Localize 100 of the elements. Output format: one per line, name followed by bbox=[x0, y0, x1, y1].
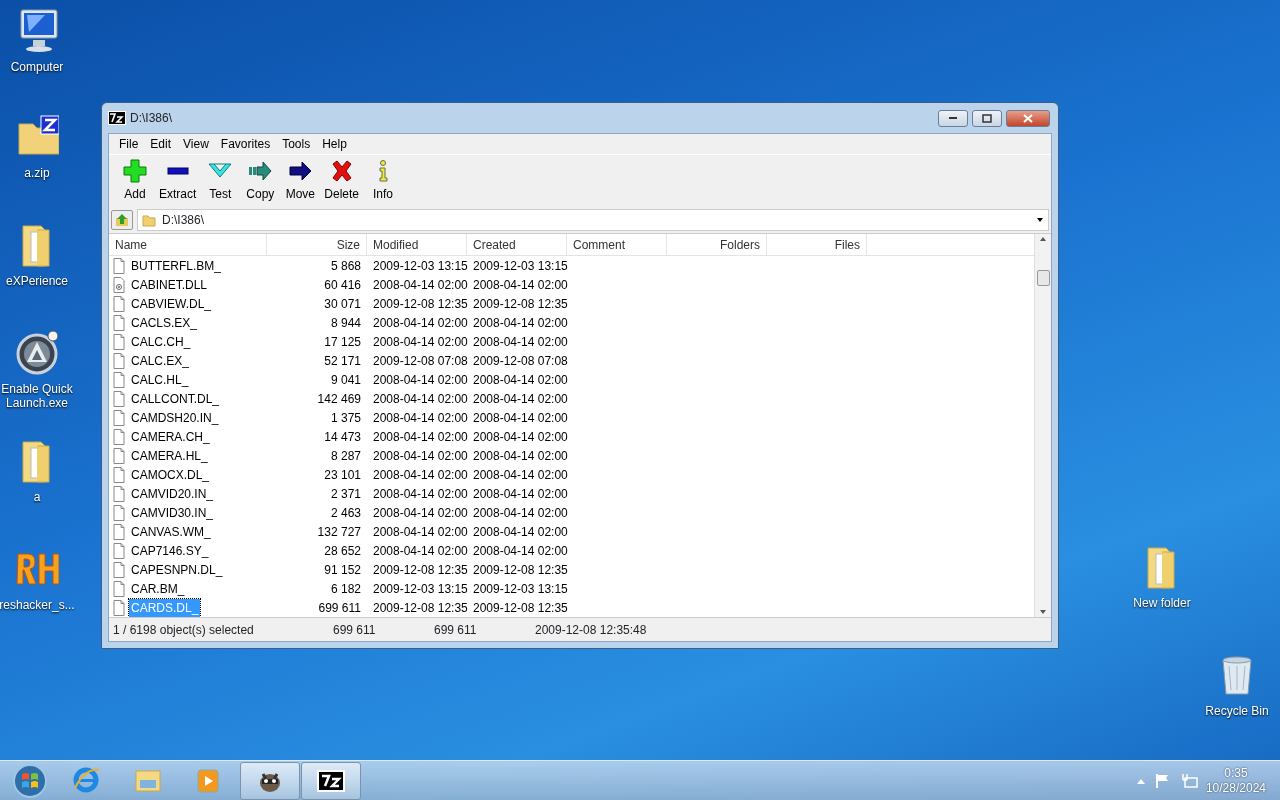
table-cell-text: 1 375 bbox=[329, 409, 362, 427]
icon-label: eXPerience bbox=[5, 274, 68, 288]
folder-icon bbox=[142, 213, 156, 227]
maximize-button[interactable] bbox=[972, 109, 1002, 127]
column-header[interactable]: Name bbox=[109, 234, 267, 255]
up-arrow-folder-icon bbox=[115, 213, 129, 227]
menu-item[interactable]: Help bbox=[316, 135, 353, 153]
table-cell-text: 2008-04-14 02:00 bbox=[472, 504, 567, 522]
arrow-icon bbox=[288, 159, 313, 183]
table-cell-text: 60 416 bbox=[323, 276, 362, 294]
menu-item[interactable]: Favorites bbox=[214, 135, 277, 153]
column-header[interactable]: Files bbox=[767, 234, 867, 255]
address-field[interactable]: D:\I386\ bbox=[137, 209, 1049, 231]
file-icon bbox=[113, 409, 125, 426]
file-name[interactable]: CAPESNPN.DL_ bbox=[129, 560, 225, 579]
file-icon bbox=[113, 333, 125, 350]
table-cell-text: 2009-12-03 13:15 bbox=[472, 580, 567, 598]
table-cell-text: 14 473 bbox=[323, 428, 362, 446]
table-cell-text: 142 469 bbox=[316, 390, 362, 408]
table-cell-text: 2008-04-14 02:00 bbox=[372, 466, 467, 484]
file-name[interactable]: CAMDSH20.IN_ bbox=[129, 408, 221, 427]
column-header[interactable]: Modified bbox=[367, 234, 467, 255]
menu-item[interactable]: File bbox=[113, 135, 145, 153]
scrollbar[interactable] bbox=[1034, 234, 1051, 617]
file-name[interactable]: CALC.EX_ bbox=[129, 351, 192, 370]
file-name[interactable]: BUTTERFL.BM_ bbox=[129, 256, 223, 275]
icon-label: reshacker_s... bbox=[0, 598, 75, 612]
icon-label: Recycle Bin bbox=[1205, 704, 1269, 718]
taskbar-button[interactable] bbox=[301, 761, 361, 800]
file-icon bbox=[113, 295, 125, 312]
table-cell-text: 2008-04-14 02:00 bbox=[472, 390, 567, 408]
table-cell-text: 132 727 bbox=[316, 523, 362, 541]
file-name[interactable]: CALLCONT.DL_ bbox=[129, 389, 222, 408]
column-header[interactable]: Folders bbox=[667, 234, 767, 255]
table-cell-text: 2008-04-14 02:00 bbox=[472, 466, 567, 484]
table-cell-text: 2008-04-14 02:00 bbox=[472, 371, 567, 389]
file-icon bbox=[113, 542, 125, 559]
table-cell-text: 2008-04-14 02:00 bbox=[472, 276, 567, 294]
table-cell-text: 2008-04-14 02:00 bbox=[472, 409, 567, 427]
up-folder-button[interactable] bbox=[111, 210, 133, 230]
table-cell-text: 2008-04-14 02:00 bbox=[472, 447, 567, 465]
file-name[interactable]: CAMOCX.DL_ bbox=[129, 465, 212, 484]
menu-item[interactable]: View bbox=[177, 135, 215, 153]
taskbar-button[interactable] bbox=[240, 761, 300, 800]
file-name[interactable]: CAMVID20.IN_ bbox=[129, 484, 216, 503]
file-name[interactable]: CAMERA.HL_ bbox=[129, 446, 210, 465]
file-name[interactable]: CAP7146.SY_ bbox=[129, 541, 211, 560]
scroll-thumb[interactable] bbox=[1036, 270, 1050, 286]
icon-label: Computer bbox=[10, 60, 64, 74]
table-cell-text: 2 371 bbox=[329, 485, 362, 503]
table-cell-text: 2008-04-14 02:00 bbox=[372, 371, 467, 389]
table-cell-text: 2009-12-08 12:35 bbox=[372, 561, 467, 579]
table-cell-text: 2009-12-03 13:15 bbox=[472, 257, 567, 275]
file-name[interactable]: CABINET.DLL bbox=[129, 275, 210, 294]
table-cell-text: 52 171 bbox=[323, 352, 362, 370]
file-name[interactable]: CALC.CH_ bbox=[129, 332, 193, 351]
column-header[interactable]: Comment bbox=[567, 234, 667, 255]
toolbar-button[interactable]: Add bbox=[115, 157, 155, 205]
maximize-icon bbox=[979, 111, 995, 125]
file-icon bbox=[113, 485, 125, 502]
file-name[interactable]: CAR.BM_ bbox=[129, 579, 187, 598]
file-name[interactable]: CANVAS.WM_ bbox=[129, 522, 213, 541]
file-name[interactable]: CABVIEW.DL_ bbox=[129, 294, 214, 313]
toolbar-button[interactable]: Copy bbox=[240, 157, 281, 205]
column-header[interactable]: Size bbox=[267, 234, 367, 255]
table-cell-text: 2008-04-14 02:00 bbox=[372, 523, 467, 541]
table-cell-text: 2008-04-14 02:00 bbox=[472, 333, 567, 351]
table-cell-text: 2008-04-14 02:00 bbox=[372, 409, 467, 427]
icon-label: a bbox=[33, 490, 41, 504]
toolbar-button[interactable]: Delete bbox=[320, 157, 364, 205]
menu-item[interactable]: Edit bbox=[144, 135, 178, 153]
file-name[interactable]: CAMVID30.IN_ bbox=[129, 503, 216, 522]
toolbar-button[interactable]: Extract bbox=[155, 157, 201, 205]
menu-item[interactable]: Tools bbox=[276, 135, 317, 153]
column-header[interactable]: Created bbox=[467, 234, 567, 255]
table-cell-text: 2008-04-14 02:00 bbox=[372, 333, 467, 351]
close-button[interactable] bbox=[1006, 109, 1050, 127]
table-cell-text: 2009-12-08 12:35 bbox=[372, 295, 467, 313]
file-name[interactable]: CALC.HL_ bbox=[129, 370, 191, 389]
file-icon bbox=[113, 314, 125, 331]
file-name[interactable]: CAMERA.CH_ bbox=[129, 427, 212, 446]
status-text: 699 611 bbox=[433, 621, 478, 639]
toolbar-button[interactable]: Info bbox=[363, 157, 404, 205]
arrow-icon bbox=[248, 159, 273, 183]
table-cell-text: 2008-04-14 02:00 bbox=[372, 390, 467, 408]
file-icon bbox=[113, 504, 125, 521]
file-name[interactable]: CACLS.EX_ bbox=[129, 313, 200, 332]
table-cell-text: 2008-04-14 02:00 bbox=[372, 485, 467, 503]
file-icon bbox=[113, 561, 125, 578]
toolbar-button[interactable]: Test bbox=[200, 157, 241, 205]
gear-file-icon bbox=[113, 276, 125, 293]
icon-label: New folder bbox=[1133, 596, 1191, 610]
minimize-button[interactable] bbox=[938, 109, 968, 127]
plus-icon bbox=[123, 159, 147, 183]
table-cell-text: 17 125 bbox=[323, 333, 362, 351]
toolbar-button[interactable]: Move bbox=[280, 157, 321, 205]
table-cell-text: 2 463 bbox=[329, 504, 362, 522]
table-cell-text: 2008-04-14 02:00 bbox=[472, 523, 567, 541]
file-icon bbox=[113, 428, 125, 445]
table-cell-text: 2008-04-14 02:00 bbox=[372, 447, 467, 465]
